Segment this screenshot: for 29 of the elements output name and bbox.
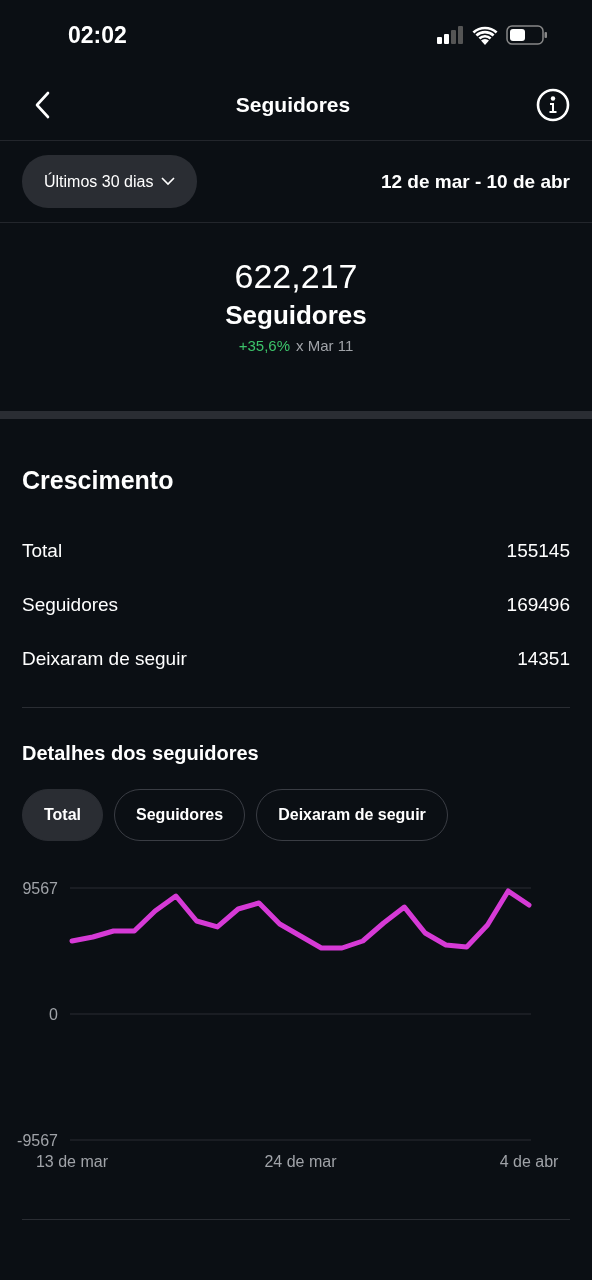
section-title: Detalhes dos seguidores — [22, 741, 260, 765]
x-tick-label: 13 de mar — [36, 1153, 108, 1170]
signal-icon — [436, 26, 464, 44]
info-button[interactable] — [536, 88, 570, 122]
metric-label: Total — [22, 540, 63, 562]
comparison-date: x Mar 11 — [296, 337, 354, 354]
metric-value: 14351 — [517, 648, 570, 670]
status-time: 02:02 — [68, 21, 127, 49]
x-tick-label: 24 de mar — [264, 1153, 337, 1170]
y-tick-label: 0 — [49, 1006, 58, 1023]
y-tick-label: 9567 — [22, 880, 58, 897]
page-title: Seguidores — [235, 93, 351, 117]
metric-label: Deixaram de seguir — [22, 648, 187, 670]
follower-count: 622,217 — [234, 257, 358, 296]
battery-icon — [506, 25, 548, 45]
follower-label: Seguidores — [225, 300, 367, 331]
filter-chip[interactable]: Total — [22, 789, 104, 841]
metric-value: 169496 — [506, 594, 570, 616]
wifi-icon — [472, 25, 498, 45]
x-tick-label: 4 de abr — [499, 1153, 559, 1170]
change-percent: +35,6% — [238, 337, 290, 354]
date-range: 12 de mar - 10 de abr — [380, 170, 570, 193]
section-title: Crescimento — [22, 465, 175, 496]
chevron-down-icon — [161, 177, 176, 186]
period-dropdown[interactable]: Últimos 30 dias — [22, 155, 198, 208]
y-tick-label: -9567 — [17, 1132, 58, 1149]
metric-label: Seguidores — [22, 594, 119, 616]
metric-value: 155145 — [506, 540, 570, 562]
back-button[interactable] — [34, 91, 50, 119]
